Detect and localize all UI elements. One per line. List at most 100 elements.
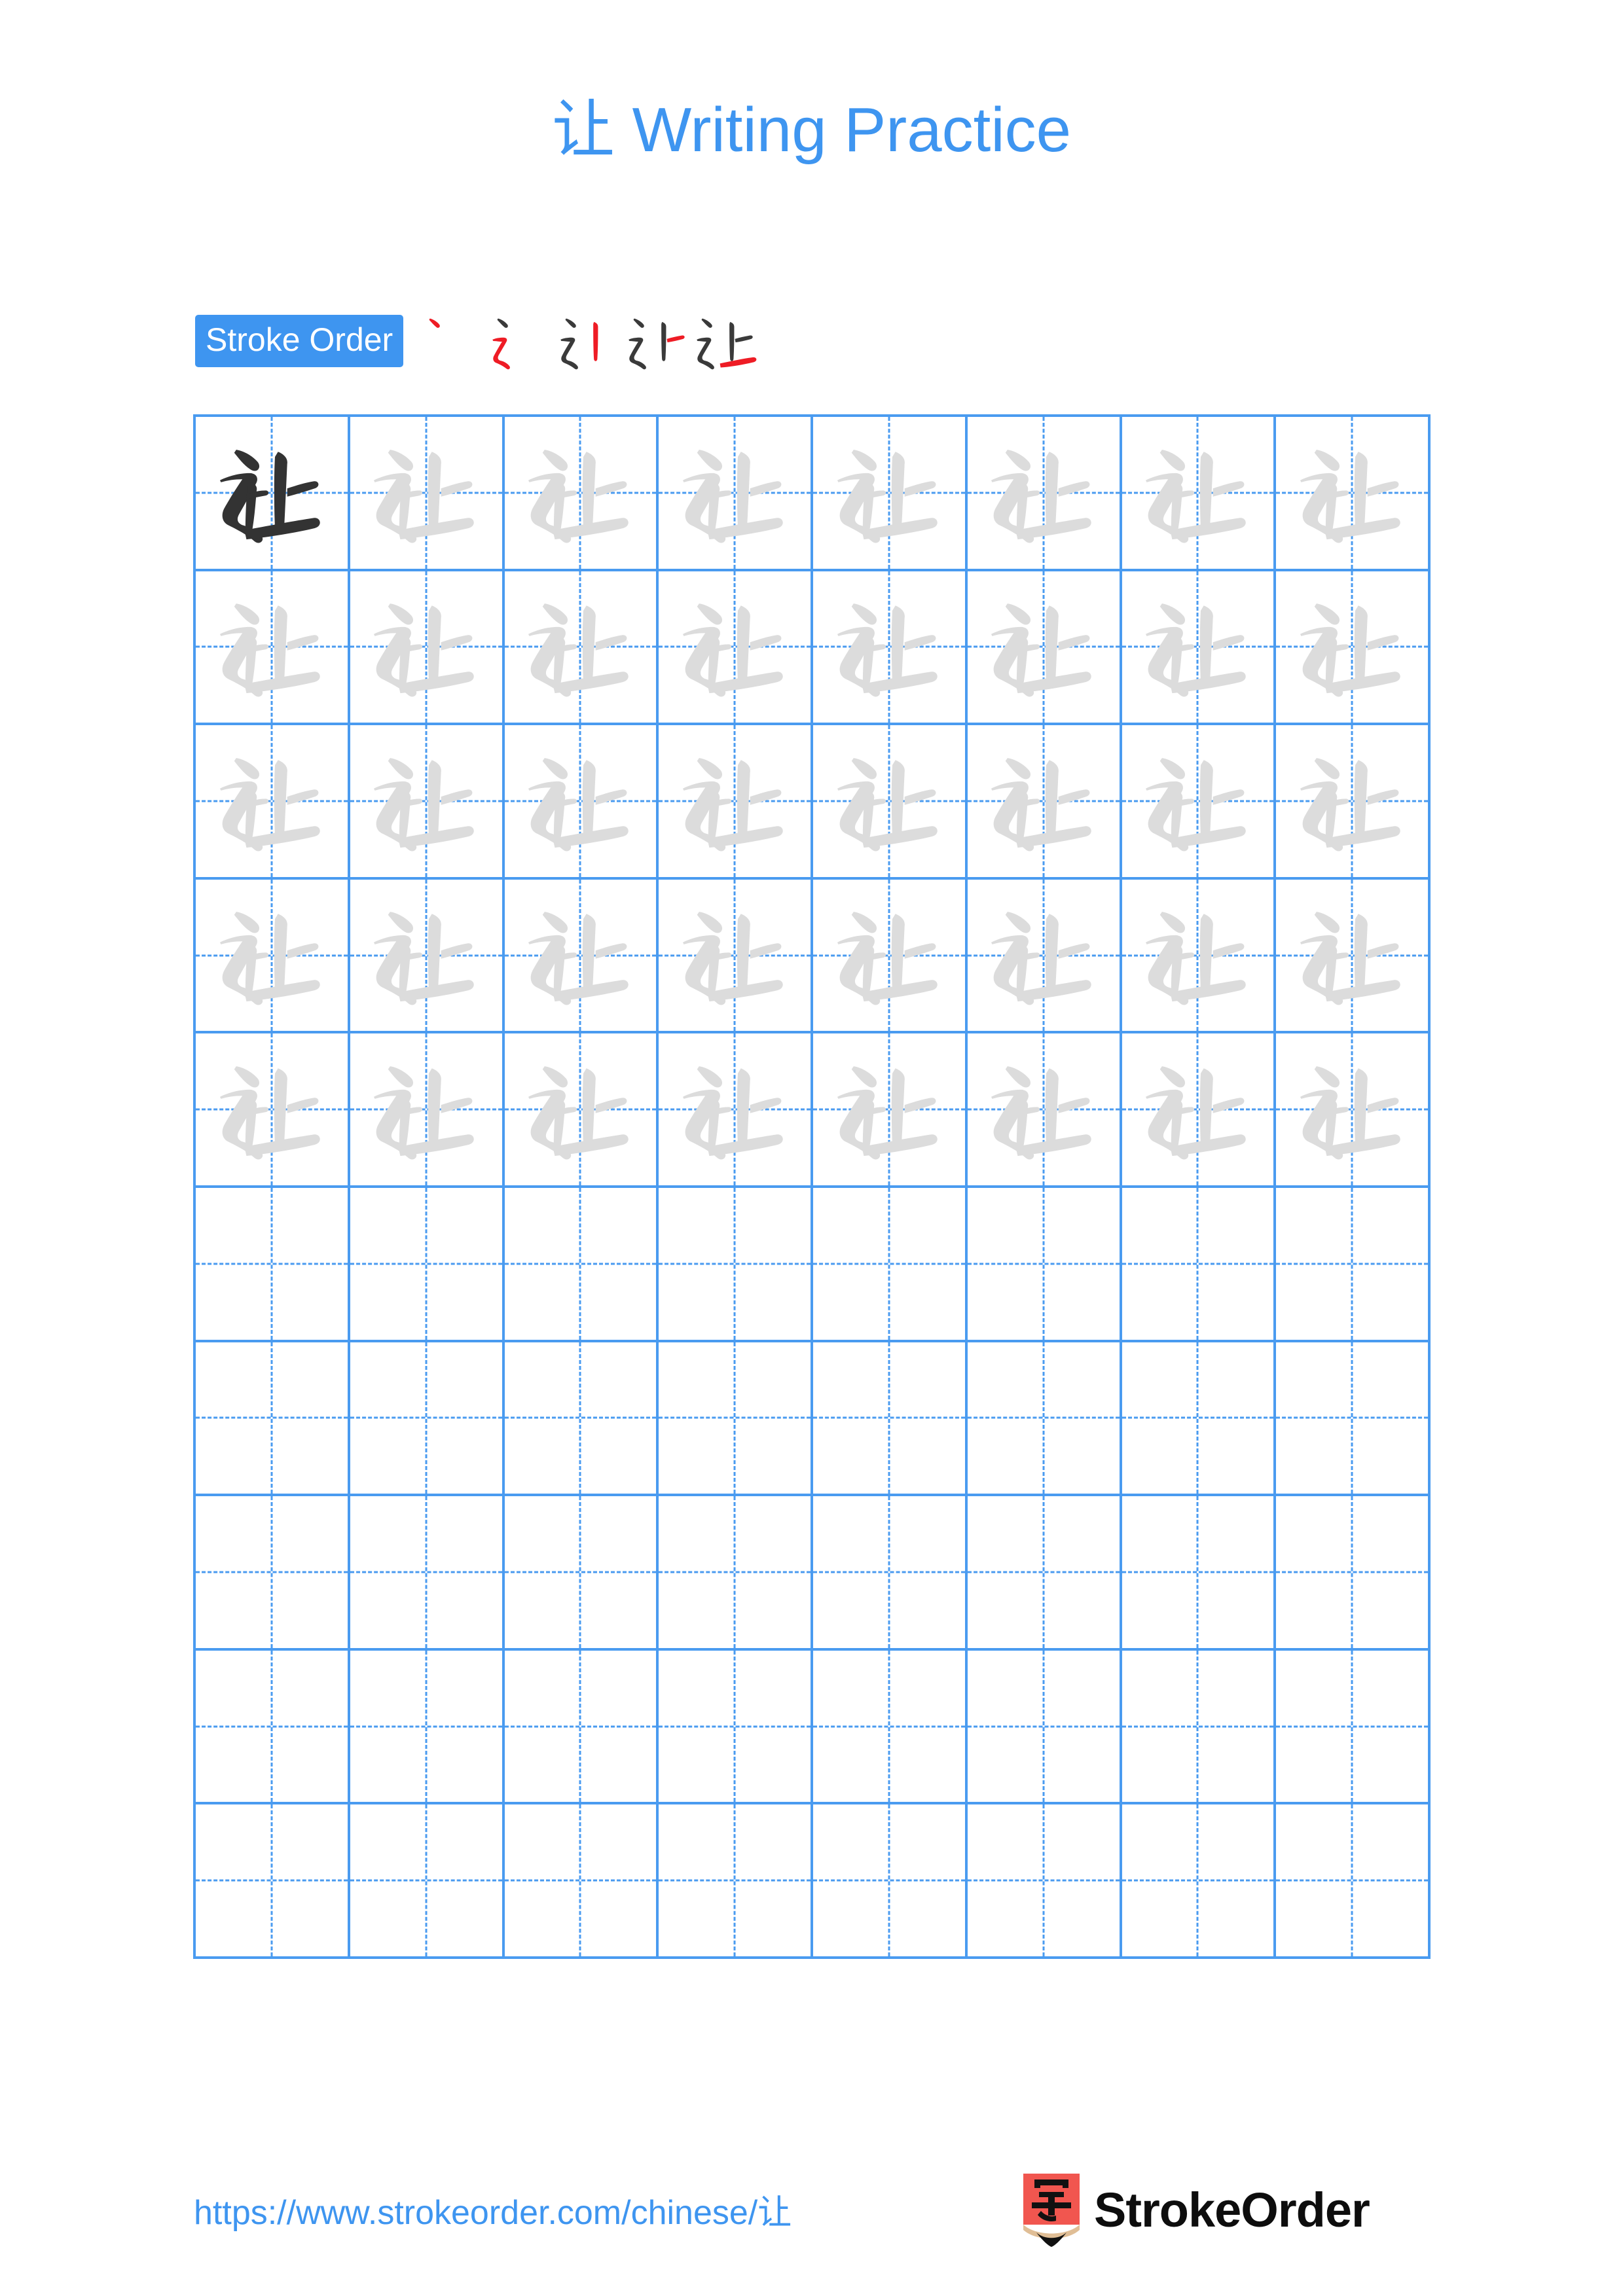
- practice-cell[interactable]: [967, 571, 1122, 726]
- practice-cell[interactable]: [504, 879, 659, 1034]
- practice-cell[interactable]: [1276, 1804, 1431, 1959]
- practice-cell[interactable]: [196, 1650, 350, 1805]
- practice-cell[interactable]: [350, 1188, 505, 1342]
- practice-cell[interactable]: [1122, 879, 1277, 1034]
- practice-cell[interactable]: [504, 1496, 659, 1651]
- practice-cell[interactable]: [813, 879, 968, 1034]
- practice-cell[interactable]: [196, 1804, 350, 1959]
- practice-cell[interactable]: [813, 725, 968, 880]
- character-glyph: [219, 603, 320, 697]
- practice-cell[interactable]: [659, 1650, 813, 1805]
- practice-cell[interactable]: [504, 1804, 659, 1959]
- practice-cell[interactable]: [1122, 1342, 1277, 1497]
- practice-cell[interactable]: [813, 1342, 968, 1497]
- practice-cell[interactable]: [350, 417, 505, 571]
- practice-cell[interactable]: [967, 1804, 1122, 1959]
- stroke-step-3: [556, 305, 625, 377]
- practice-cell[interactable]: [813, 571, 968, 726]
- practice-cell[interactable]: [196, 571, 350, 726]
- practice-cell[interactable]: [967, 1188, 1122, 1342]
- practice-cell[interactable]: [504, 1188, 659, 1342]
- practice-cell[interactable]: [659, 1342, 813, 1497]
- practice-cell[interactable]: [967, 1496, 1122, 1651]
- practice-cell[interactable]: [196, 879, 350, 1034]
- practice-cell[interactable]: [813, 1650, 968, 1805]
- practice-cell[interactable]: [196, 417, 350, 571]
- practice-cell[interactable]: [1276, 725, 1431, 880]
- practice-cell[interactable]: [1122, 1650, 1277, 1805]
- practice-cell[interactable]: [196, 1033, 350, 1188]
- stroke-step-5: [693, 305, 761, 377]
- footer-url[interactable]: https://www.strokeorder.com/chinese/让: [194, 2185, 792, 2234]
- practice-cell[interactable]: [967, 725, 1122, 880]
- practice-cell[interactable]: [659, 1804, 813, 1959]
- practice-cell[interactable]: [659, 1188, 813, 1342]
- practice-cell[interactable]: [1276, 417, 1431, 571]
- practice-cell[interactable]: [504, 417, 659, 571]
- practice-cell[interactable]: [1122, 725, 1277, 880]
- practice-cell[interactable]: [659, 879, 813, 1034]
- practice-cell[interactable]: [1276, 1188, 1431, 1342]
- practice-cell[interactable]: [659, 571, 813, 726]
- practice-cell[interactable]: [350, 1650, 505, 1805]
- practice-cell[interactable]: [1276, 1033, 1431, 1188]
- practice-cell[interactable]: [504, 1650, 659, 1805]
- practice-cell[interactable]: [1122, 571, 1277, 726]
- practice-cell[interactable]: [813, 417, 968, 571]
- practice-cell[interactable]: [350, 1033, 505, 1188]
- stroke-step-3-glyph: [560, 318, 598, 370]
- practice-cell[interactable]: [1122, 1496, 1277, 1651]
- character-glyph: [682, 449, 783, 543]
- trace-character: [968, 1033, 1120, 1185]
- footer-logo[interactable]: StrokeOrder: [1023, 2168, 1370, 2253]
- practice-cell[interactable]: [350, 725, 505, 880]
- practice-cell[interactable]: [1276, 1650, 1431, 1805]
- practice-cell[interactable]: [196, 1496, 350, 1651]
- practice-cell[interactable]: [1122, 417, 1277, 571]
- practice-cell[interactable]: [504, 571, 659, 726]
- practice-cell[interactable]: [967, 417, 1122, 571]
- practice-cell[interactable]: [1122, 1188, 1277, 1342]
- practice-cell[interactable]: [659, 417, 813, 571]
- practice-cell[interactable]: [813, 1804, 968, 1959]
- practice-cell[interactable]: [350, 1342, 505, 1497]
- trace-character: [505, 725, 657, 877]
- practice-cell[interactable]: [504, 1342, 659, 1497]
- practice-cell[interactable]: [659, 1033, 813, 1188]
- practice-cell[interactable]: [196, 1342, 350, 1497]
- trace-character: [813, 880, 965, 1031]
- practice-cell[interactable]: [659, 725, 813, 880]
- practice-cell[interactable]: [967, 1033, 1122, 1188]
- character-glyph: [682, 603, 783, 697]
- practice-cell[interactable]: [350, 571, 505, 726]
- practice-cell[interactable]: [659, 1496, 813, 1651]
- practice-cell[interactable]: [196, 1188, 350, 1342]
- practice-cell[interactable]: [967, 879, 1122, 1034]
- practice-cell[interactable]: [813, 1188, 968, 1342]
- practice-cell[interactable]: [813, 1033, 968, 1188]
- trace-character: [659, 571, 811, 723]
- practice-cell[interactable]: [1276, 879, 1431, 1034]
- practice-cell[interactable]: [196, 725, 350, 880]
- character-glyph: [1146, 603, 1246, 697]
- trace-character: [350, 417, 502, 569]
- stroke-step-2-glyph: [492, 318, 511, 370]
- trace-character: [1122, 417, 1274, 569]
- character-glyph: [219, 449, 320, 543]
- pencil-wood-tip: [1023, 2225, 1080, 2239]
- page-title: 让 Writing Practice: [0, 98, 1623, 162]
- practice-cell[interactable]: [1122, 1804, 1277, 1959]
- practice-cell[interactable]: [1122, 1033, 1277, 1188]
- practice-cell[interactable]: [1276, 1496, 1431, 1651]
- practice-cell[interactable]: [350, 879, 505, 1034]
- character-glyph: [682, 912, 783, 1005]
- practice-cell[interactable]: [1276, 571, 1431, 726]
- practice-cell[interactable]: [504, 1033, 659, 1188]
- practice-cell[interactable]: [967, 1650, 1122, 1805]
- practice-cell[interactable]: [504, 725, 659, 880]
- practice-cell[interactable]: [967, 1342, 1122, 1497]
- practice-cell[interactable]: [1276, 1342, 1431, 1497]
- practice-cell[interactable]: [350, 1804, 505, 1959]
- practice-cell[interactable]: [813, 1496, 968, 1651]
- practice-cell[interactable]: [350, 1496, 505, 1651]
